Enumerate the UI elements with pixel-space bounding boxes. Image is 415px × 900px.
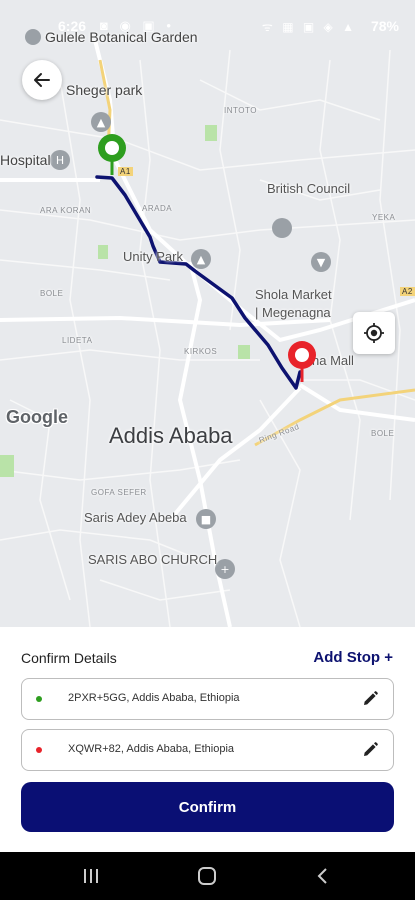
back-button[interactable] [22, 60, 62, 100]
destination-dot-icon [36, 747, 42, 753]
map-label-unity: Unity Park [123, 249, 183, 264]
google-logo: Google [6, 407, 68, 427]
confirm-details-panel: Confirm Details Add Stop + 2PXR+5GG, Add… [0, 627, 415, 852]
map-label-saris-church: SARIS ABO CHURCH [88, 552, 218, 567]
map-label-sheger: Sheger park [66, 82, 143, 98]
home-icon[interactable] [195, 866, 219, 886]
map-label-bole-2: BOLE [371, 429, 395, 438]
crosshair-icon [364, 323, 384, 343]
map-label-city: Addis Ababa [109, 423, 233, 448]
pencil-icon[interactable] [361, 690, 379, 708]
destination-field[interactable]: XQWR+82, Addis Ababa, Ethiopia [21, 729, 394, 771]
status-time: 6:26 [58, 18, 87, 34]
destination-pin-icon [288, 341, 316, 382]
notification-icons: ◙ ◉ ▣ • [100, 18, 175, 33]
map-roads: H ▲ ▲ ▼ ■ + [0, 0, 415, 627]
system-nav-bar [0, 852, 415, 900]
map-label-gofa: GOFA SEFER [91, 488, 147, 497]
svg-text:+: + [220, 563, 229, 576]
svg-text:▲: ▲ [197, 253, 206, 266]
map-label-kirkos: KIRKOS [184, 347, 218, 356]
svg-text:■: ■ [201, 513, 211, 526]
map-label-hospital: Hospital [0, 152, 51, 168]
add-stop-button[interactable]: Add Stop + [313, 649, 393, 666]
map-label-yeka: YEKA [372, 213, 396, 222]
map-label-bole: BOLE [40, 289, 64, 298]
svg-text:▲: ▲ [97, 116, 106, 129]
origin-address: 2PXR+5GG, Addis Ababa, Ethiopia [68, 692, 240, 704]
origin-field[interactable]: 2PXR+5GG, Addis Ababa, Ethiopia [21, 678, 394, 720]
map-label-arada: ARADA [142, 204, 173, 213]
map-view[interactable]: H ▲ ▲ ▼ ■ + Gulele Botanical Garden Sheg… [0, 0, 415, 627]
arrow-left-icon [34, 73, 50, 87]
svg-text:H: H [56, 154, 64, 167]
pencil-icon[interactable] [361, 741, 379, 759]
map-label-arakori: ARA KORAN [40, 206, 92, 215]
map-label-shola: Shola Market [255, 287, 332, 302]
battery-level: 78% [370, 18, 399, 34]
destination-address: XQWR+82, Addis Ababa, Ethiopia [68, 743, 235, 755]
system-icons: ᯤ ▦ ▣ ◈ ▲ [261, 20, 357, 34]
confirm-button[interactable]: Confirm [21, 782, 394, 832]
map-label-intoto: INTOTO [224, 106, 257, 115]
panel-title: Confirm Details [21, 650, 117, 666]
svg-text:▼: ▼ [317, 256, 326, 269]
map-label-lideta: LIDETA [62, 336, 93, 345]
origin-dot-icon [36, 696, 42, 702]
status-bar: 6:26 ◙ ◉ ▣ • ᯤ ▦ ▣ ◈ ▲ 78% [0, 0, 415, 44]
origin-pin-icon [98, 134, 126, 175]
map-label-a2: A2 [400, 287, 415, 296]
my-location-button[interactable] [353, 312, 395, 354]
back-nav-icon[interactable] [311, 866, 335, 886]
map-label-british: British Council [267, 181, 351, 196]
map-label-megenagna: | Megenagna [255, 305, 331, 320]
recent-apps-icon[interactable] [79, 866, 103, 886]
map-label-saris: Saris Adey Abeba [84, 510, 187, 525]
